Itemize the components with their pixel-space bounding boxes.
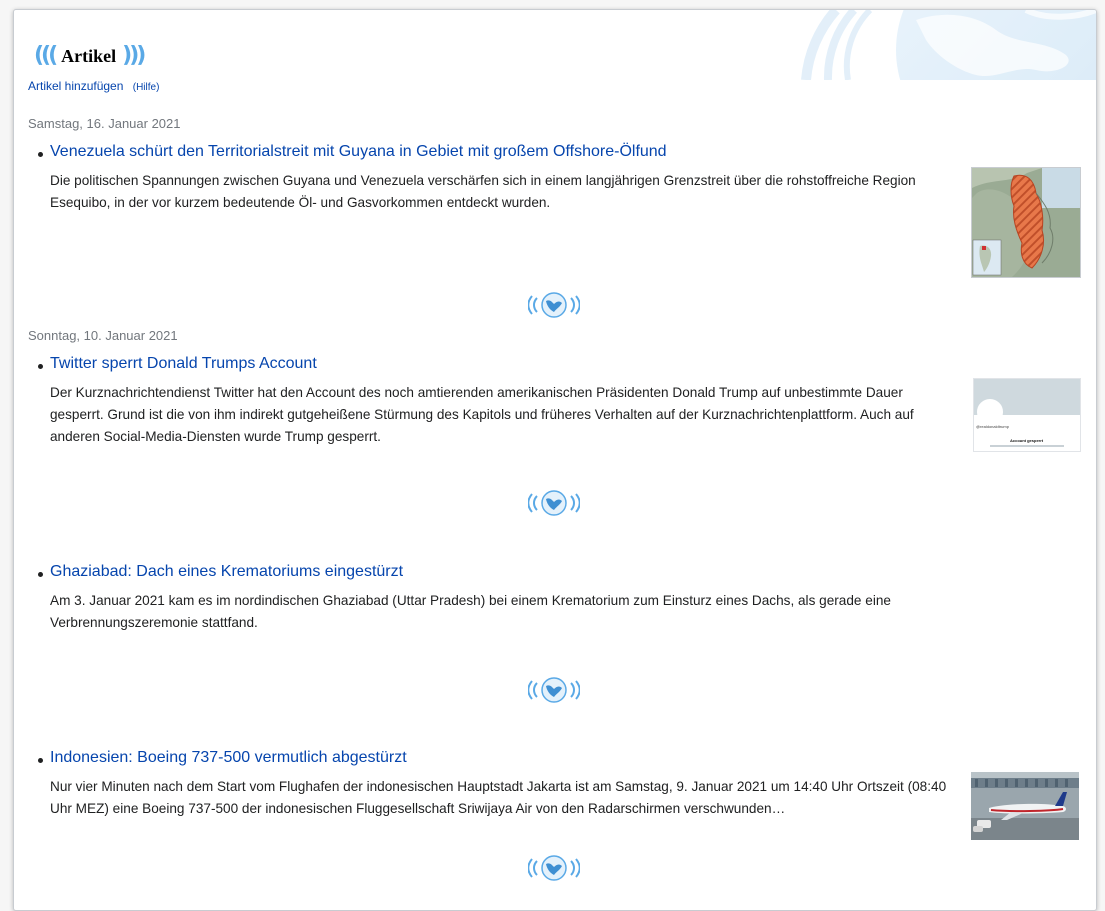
- bullet-icon: [38, 152, 43, 157]
- bullet-icon: [38, 364, 43, 369]
- airplane-photo-icon: [971, 772, 1079, 840]
- article-summary: Der Kurznachrichtendienst Twitter hat de…: [50, 385, 914, 444]
- section-title: Artikel: [61, 45, 117, 66]
- map-thumbnail[interactable]: [971, 167, 1081, 278]
- list-item: Twitter sperrt Donald Trumps Account Der…: [38, 355, 1078, 455]
- section-header: ((( Artikel ))): [34, 43, 146, 69]
- date-heading: Sonntag, 10. Januar 2021: [28, 328, 178, 343]
- separator-globe-icon: [528, 490, 580, 516]
- right-bracket-icon: ))): [122, 43, 146, 68]
- article-summary: Die politischen Spannungen zwischen Guya…: [50, 173, 916, 210]
- article-summary: Am 3. Januar 2021 kam es im nordindische…: [50, 593, 891, 630]
- list-item: Indonesien: Boeing 737-500 vermutlich ab…: [38, 749, 1078, 819]
- airplane-thumbnail[interactable]: [971, 772, 1079, 840]
- bullet-icon: [38, 572, 43, 577]
- suspended-description: [990, 445, 1064, 447]
- article-summary: Nur vier Minuten nach dem Start vom Flug…: [50, 779, 947, 816]
- article-title-link[interactable]: Venezuela schürt den Territorialstreit m…: [50, 143, 667, 161]
- separator-globe-icon: [528, 292, 580, 318]
- avatar: [977, 399, 1003, 425]
- bullet-icon: [38, 758, 43, 763]
- article-title-link[interactable]: Indonesien: Boeing 737-500 vermutlich ab…: [50, 749, 407, 767]
- date-heading: Samstag, 16. Januar 2021: [28, 116, 181, 131]
- help-link[interactable]: (Hilfe): [133, 82, 160, 93]
- list-item: Ghaziabad: Dach eines Krematoriums einge…: [38, 563, 1078, 633]
- article-title-link[interactable]: Ghaziabad: Dach eines Krematoriums einge…: [50, 563, 403, 581]
- left-bracket-icon: (((: [34, 43, 58, 68]
- handle-text: @realdonaldtrump: [976, 424, 1009, 429]
- add-article-line: Artikel hinzufügen (Hilfe): [28, 79, 159, 93]
- list-item: Venezuela schürt den Territorialstreit m…: [38, 143, 1078, 283]
- news-panel: ((( Artikel ))) Artikel hinzufügen (Hilf…: [13, 9, 1097, 911]
- globe-background-icon: [801, 10, 1096, 80]
- map-esequibo-icon: [972, 168, 1080, 277]
- article-title-link[interactable]: Twitter sperrt Donald Trumps Account: [50, 355, 317, 373]
- add-article-link[interactable]: Artikel hinzufügen: [28, 79, 123, 93]
- separator-globe-icon: [528, 677, 580, 703]
- suspended-text: Account gesperrt: [1010, 438, 1044, 443]
- twitter-screenshot-thumbnail[interactable]: @realdonaldtrump Account gesperrt: [973, 378, 1081, 452]
